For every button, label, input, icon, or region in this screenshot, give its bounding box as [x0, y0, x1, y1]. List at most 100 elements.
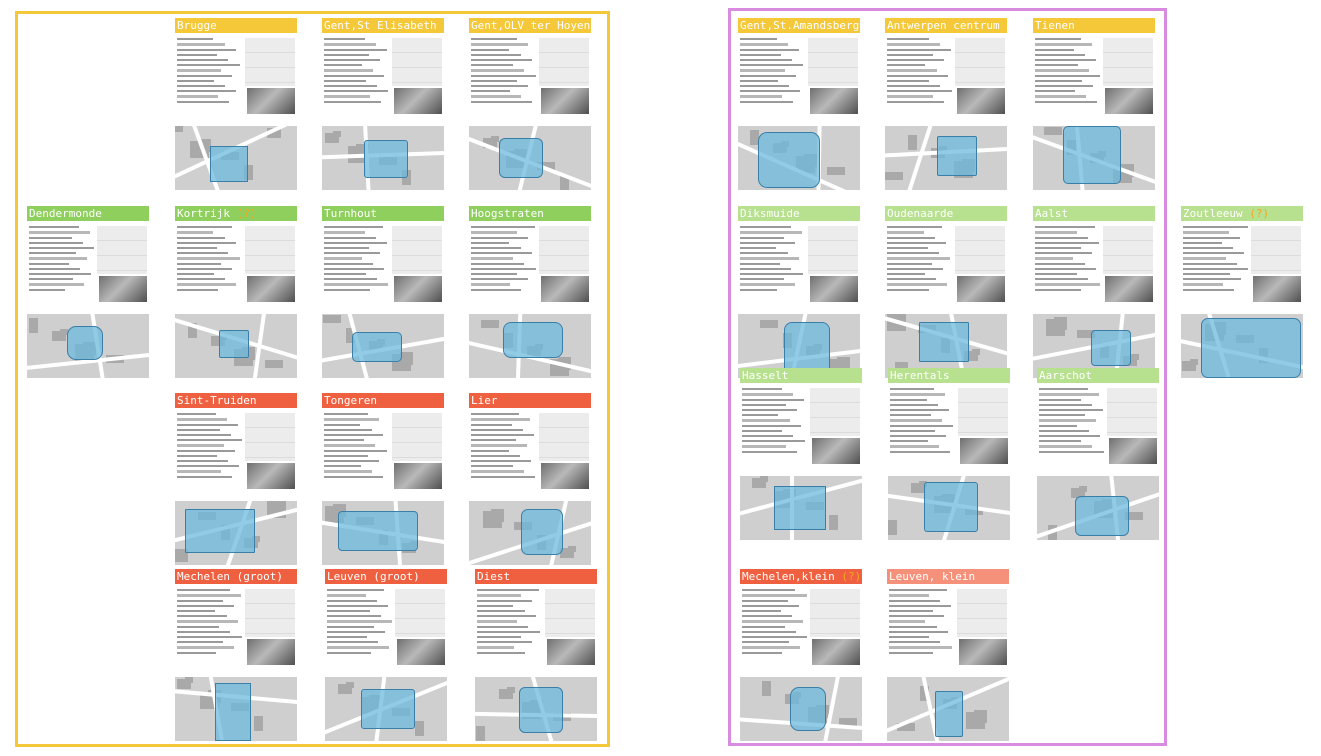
case-card[interactable]: Antwerpen centrum — [885, 18, 1007, 190]
info-box — [1251, 226, 1301, 274]
site-area — [185, 509, 255, 553]
info-line — [1103, 256, 1153, 271]
case-card[interactable]: Lier — [469, 393, 591, 565]
case-card[interactable]: Mechelen,klein (?) — [740, 569, 862, 741]
case-card[interactable]: Aalst — [1033, 206, 1155, 378]
info-line — [808, 68, 858, 83]
case-title-text: Lier — [471, 394, 498, 407]
case-title: Kortrijk (?) — [175, 206, 297, 221]
case-card[interactable]: Gent,OLV ter Hoyen — [469, 18, 591, 190]
description-text — [889, 589, 955, 659]
site-map — [1037, 476, 1159, 540]
case-title-text: Leuven (groot) — [327, 570, 420, 583]
description-text — [742, 589, 808, 659]
case-card[interactable]: Mechelen (groot) — [175, 569, 297, 741]
uncertain-marker: (?) — [841, 570, 862, 583]
info-line — [545, 589, 595, 604]
site-map — [175, 314, 297, 378]
map-building — [483, 511, 502, 528]
info-line — [955, 226, 1005, 241]
case-card[interactable]: Turnhout — [322, 206, 444, 378]
case-title-text: Gent,St.Amandsberg — [740, 19, 860, 32]
info-line — [958, 418, 1008, 433]
site-area — [937, 136, 977, 176]
info-line — [958, 403, 1008, 418]
info-line — [539, 443, 589, 458]
case-card[interactable]: Tienen — [1033, 18, 1155, 190]
case-title-text: Mechelen,klein — [742, 570, 842, 583]
case-title: Gent,St Elisabeth — [322, 18, 444, 33]
case-card[interactable]: Oudenaarde — [885, 206, 1007, 378]
site-map — [322, 501, 444, 565]
site-area — [219, 330, 249, 358]
case-card[interactable]: Aarschot — [1037, 368, 1159, 540]
uncertain-marker: (?) — [1249, 207, 1270, 220]
info-line — [955, 241, 1005, 256]
case-card[interactable]: Zoutleeuw (?) — [1181, 206, 1303, 378]
case-title: Lier — [469, 393, 591, 408]
map-building — [1182, 361, 1196, 371]
description-text — [1035, 226, 1101, 296]
info-box — [1103, 226, 1153, 274]
info-line — [392, 38, 442, 53]
description-text — [177, 226, 243, 296]
case-title-text: Kortrijk — [177, 207, 237, 220]
info-line — [1103, 53, 1153, 68]
case-card[interactable]: Brugge — [175, 18, 297, 190]
case-card[interactable]: Sint-Truiden — [175, 393, 297, 565]
case-title-text: Turnhout — [324, 207, 377, 220]
case-card[interactable]: Leuven, klein — [887, 569, 1009, 741]
info-line — [392, 241, 442, 256]
site-map — [322, 314, 444, 378]
case-card[interactable]: Tongeren — [322, 393, 444, 565]
photo-thumbnail — [810, 276, 858, 302]
case-title: Hoogstraten — [469, 206, 591, 221]
info-line — [1103, 226, 1153, 241]
case-card[interactable]: Gent,St Elisabeth — [322, 18, 444, 190]
info-line — [392, 428, 442, 443]
map-building — [911, 483, 925, 493]
description-text — [471, 226, 537, 296]
case-card[interactable]: Kortrijk (?) — [175, 206, 297, 378]
info-line — [808, 53, 858, 68]
case-title-text: Antwerpen centrum — [887, 19, 1000, 32]
case-card[interactable]: Herentals — [888, 368, 1010, 540]
photo-thumbnail — [247, 88, 295, 114]
case-title: Diest — [475, 569, 597, 584]
case-card[interactable]: Diksmuide — [738, 206, 860, 378]
photo-thumbnail — [959, 639, 1007, 665]
case-title-text: Dendermonde — [29, 207, 102, 220]
info-box — [392, 38, 442, 86]
description-text — [177, 413, 243, 483]
site-map — [469, 501, 591, 565]
case-card[interactable]: Dendermonde — [27, 206, 149, 378]
info-line — [810, 403, 860, 418]
site-map — [469, 314, 591, 378]
description-text — [742, 388, 808, 458]
info-line — [392, 53, 442, 68]
description-text — [740, 38, 806, 108]
photo-thumbnail — [99, 276, 147, 302]
info-line — [245, 443, 295, 458]
map-building — [827, 167, 845, 175]
site-area — [790, 687, 826, 731]
case-card[interactable]: Gent,St.Amandsberg — [738, 18, 860, 190]
case-card[interactable]: Leuven (groot) — [325, 569, 447, 741]
info-line — [1251, 241, 1301, 256]
case-title-text: Tongeren — [324, 394, 377, 407]
site-area — [67, 326, 103, 360]
case-card[interactable]: Diest — [475, 569, 597, 741]
map-building — [966, 712, 985, 729]
description-text — [177, 38, 243, 108]
case-card[interactable]: Hoogstraten — [469, 206, 591, 378]
case-card[interactable]: Hasselt — [740, 368, 862, 540]
site-area — [210, 146, 248, 182]
description-text — [1035, 38, 1101, 108]
photo-thumbnail — [812, 438, 860, 464]
info-line — [810, 418, 860, 433]
site-map — [475, 677, 597, 741]
info-line — [545, 619, 595, 634]
photo-thumbnail — [812, 639, 860, 665]
info-line — [395, 589, 445, 604]
photo-thumbnail — [541, 88, 589, 114]
